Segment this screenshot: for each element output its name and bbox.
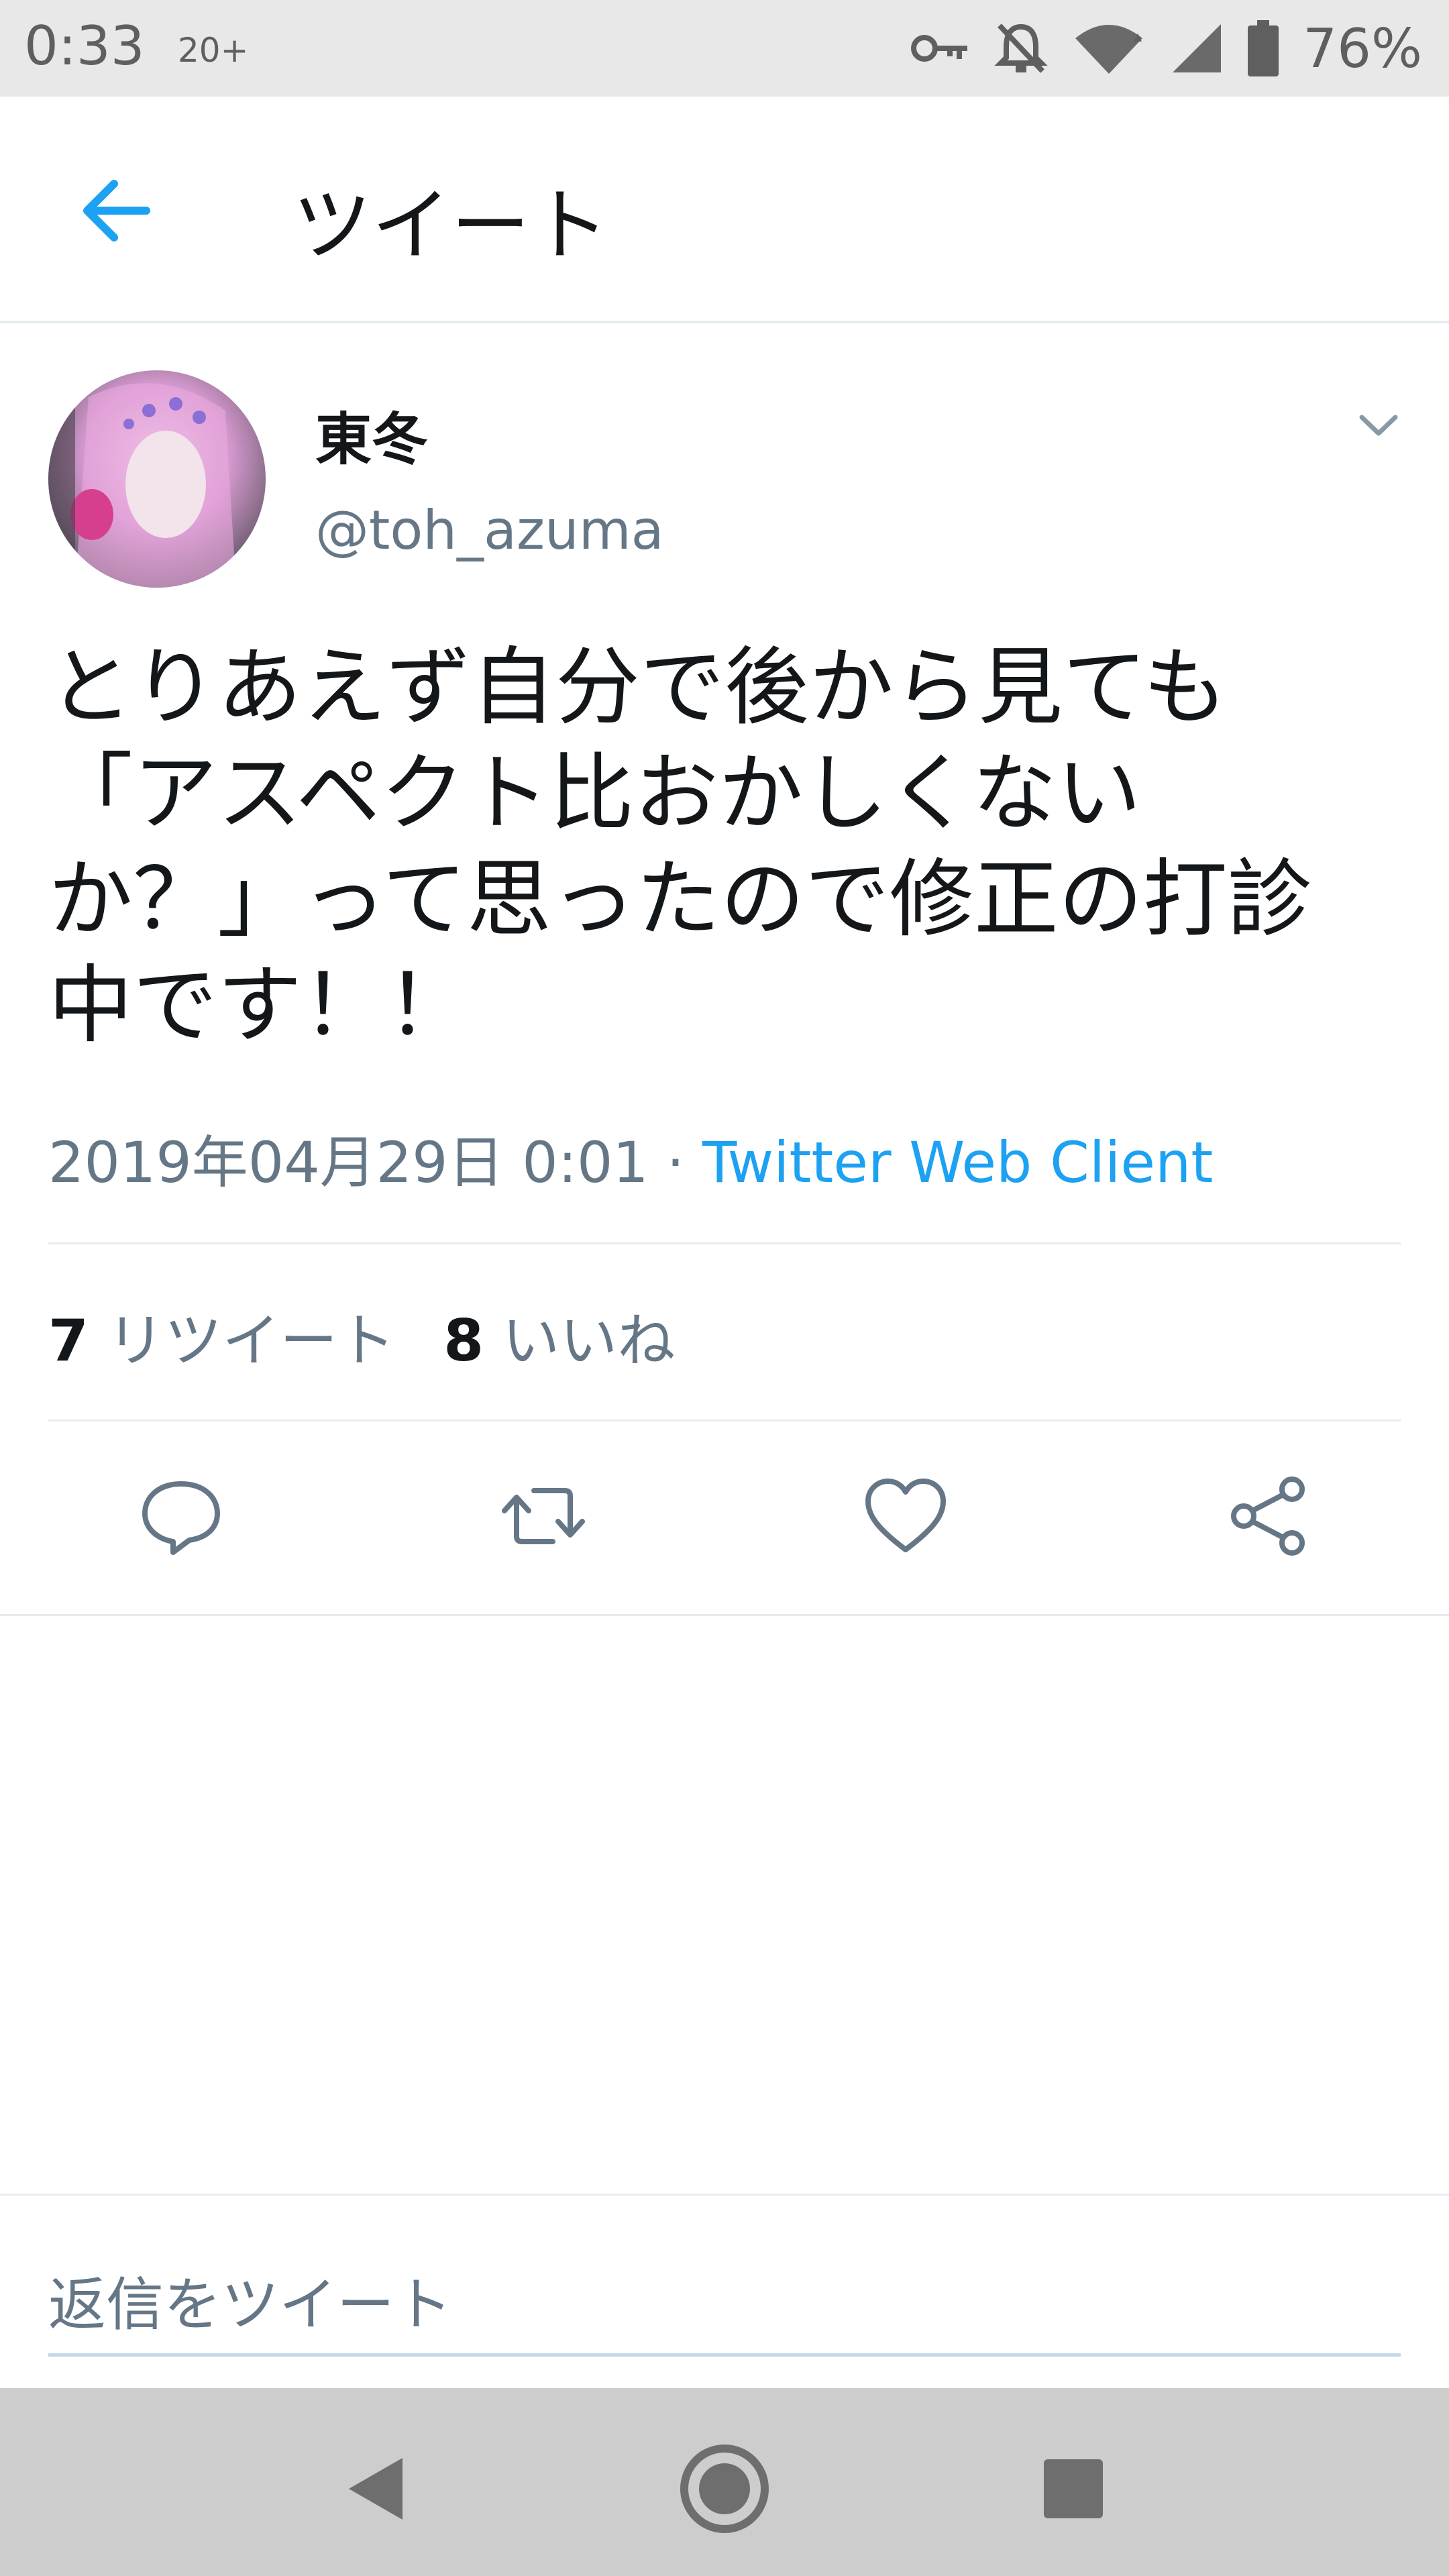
avatar-image	[48, 370, 266, 588]
reply-composer	[0, 2194, 1449, 2388]
like-icon	[865, 1479, 946, 1552]
nav-back-button[interactable]	[315, 2428, 436, 2549]
reply-icon	[142, 1481, 220, 1555]
share-icon	[1231, 1477, 1305, 1556]
app-bar: ツイート	[0, 97, 1449, 323]
tweet-source-link[interactable]: Twitter Web Client	[702, 1130, 1213, 1195]
divider	[48, 1419, 1401, 1421]
nav-back-icon	[349, 2458, 402, 2520]
page-title: ツイート	[292, 179, 610, 272]
retweet-button[interactable]	[496, 1469, 590, 1563]
like-button[interactable]	[859, 1469, 953, 1563]
back-button[interactable]	[67, 164, 161, 258]
tweet-actions	[0, 1442, 1449, 1590]
more-options-button[interactable]	[1348, 402, 1409, 449]
retweet-label: リツイート	[107, 1307, 396, 1375]
chevron-down-icon	[1359, 415, 1398, 436]
retweet-icon	[502, 1488, 585, 1544]
like-stat[interactable]: 8 いいね	[443, 1307, 675, 1375]
divider	[0, 1614, 1449, 1616]
retweet-stat[interactable]: 7 リツイート	[48, 1307, 395, 1375]
avatar[interactable]	[48, 370, 266, 588]
wifi-icon: ▴	[1075, 25, 1143, 74]
nav-home-icon	[680, 2445, 769, 2533]
user-handle[interactable]: @toh_azuma	[315, 499, 664, 561]
nav-home-button[interactable]	[664, 2428, 785, 2549]
notifications-off-icon	[994, 23, 1048, 73]
status-icons: ▴ 76%	[910, 15, 1422, 82]
svg-text:▴: ▴	[1134, 27, 1142, 46]
status-time: 0:33	[24, 15, 145, 77]
reply-button[interactable]	[134, 1469, 228, 1563]
like-count: 8	[443, 1307, 484, 1375]
tweet-stats: 7 リツイート 8 いいね	[48, 1293, 675, 1377]
retweet-count: 7	[48, 1307, 89, 1375]
share-button[interactable]	[1221, 1469, 1315, 1563]
reply-input[interactable]	[48, 2256, 1401, 2357]
arrow-left-icon	[83, 180, 150, 241]
like-label: いいね	[502, 1307, 676, 1375]
divider	[48, 1242, 1401, 1244]
nav-recents-button[interactable]	[1013, 2428, 1134, 2549]
tweet-meta: 2019年04月29日 0:01 · Twitter Web Client	[48, 1118, 1213, 1199]
system-nav-bar	[0, 2388, 1449, 2576]
battery-icon	[1248, 20, 1279, 76]
tweet-text: とりあえず自分で後から見ても 「アスペクト比おかしくない か？」って思ったので修…	[48, 638, 1312, 1055]
meta-separator: ·	[648, 1130, 702, 1195]
battery-percentage: 76%	[1303, 17, 1422, 80]
status-bar: 0:33 20+ ▴ 76%	[0, 0, 1449, 97]
tweet-timestamp: 2019年04月29日 0:01	[48, 1130, 649, 1195]
signal-icon	[1173, 24, 1222, 72]
nav-recents-icon	[1044, 2459, 1103, 2518]
notification-count-badge: 20+	[178, 31, 249, 70]
key-icon	[911, 35, 968, 62]
display-name[interactable]: 東冬	[315, 394, 428, 476]
